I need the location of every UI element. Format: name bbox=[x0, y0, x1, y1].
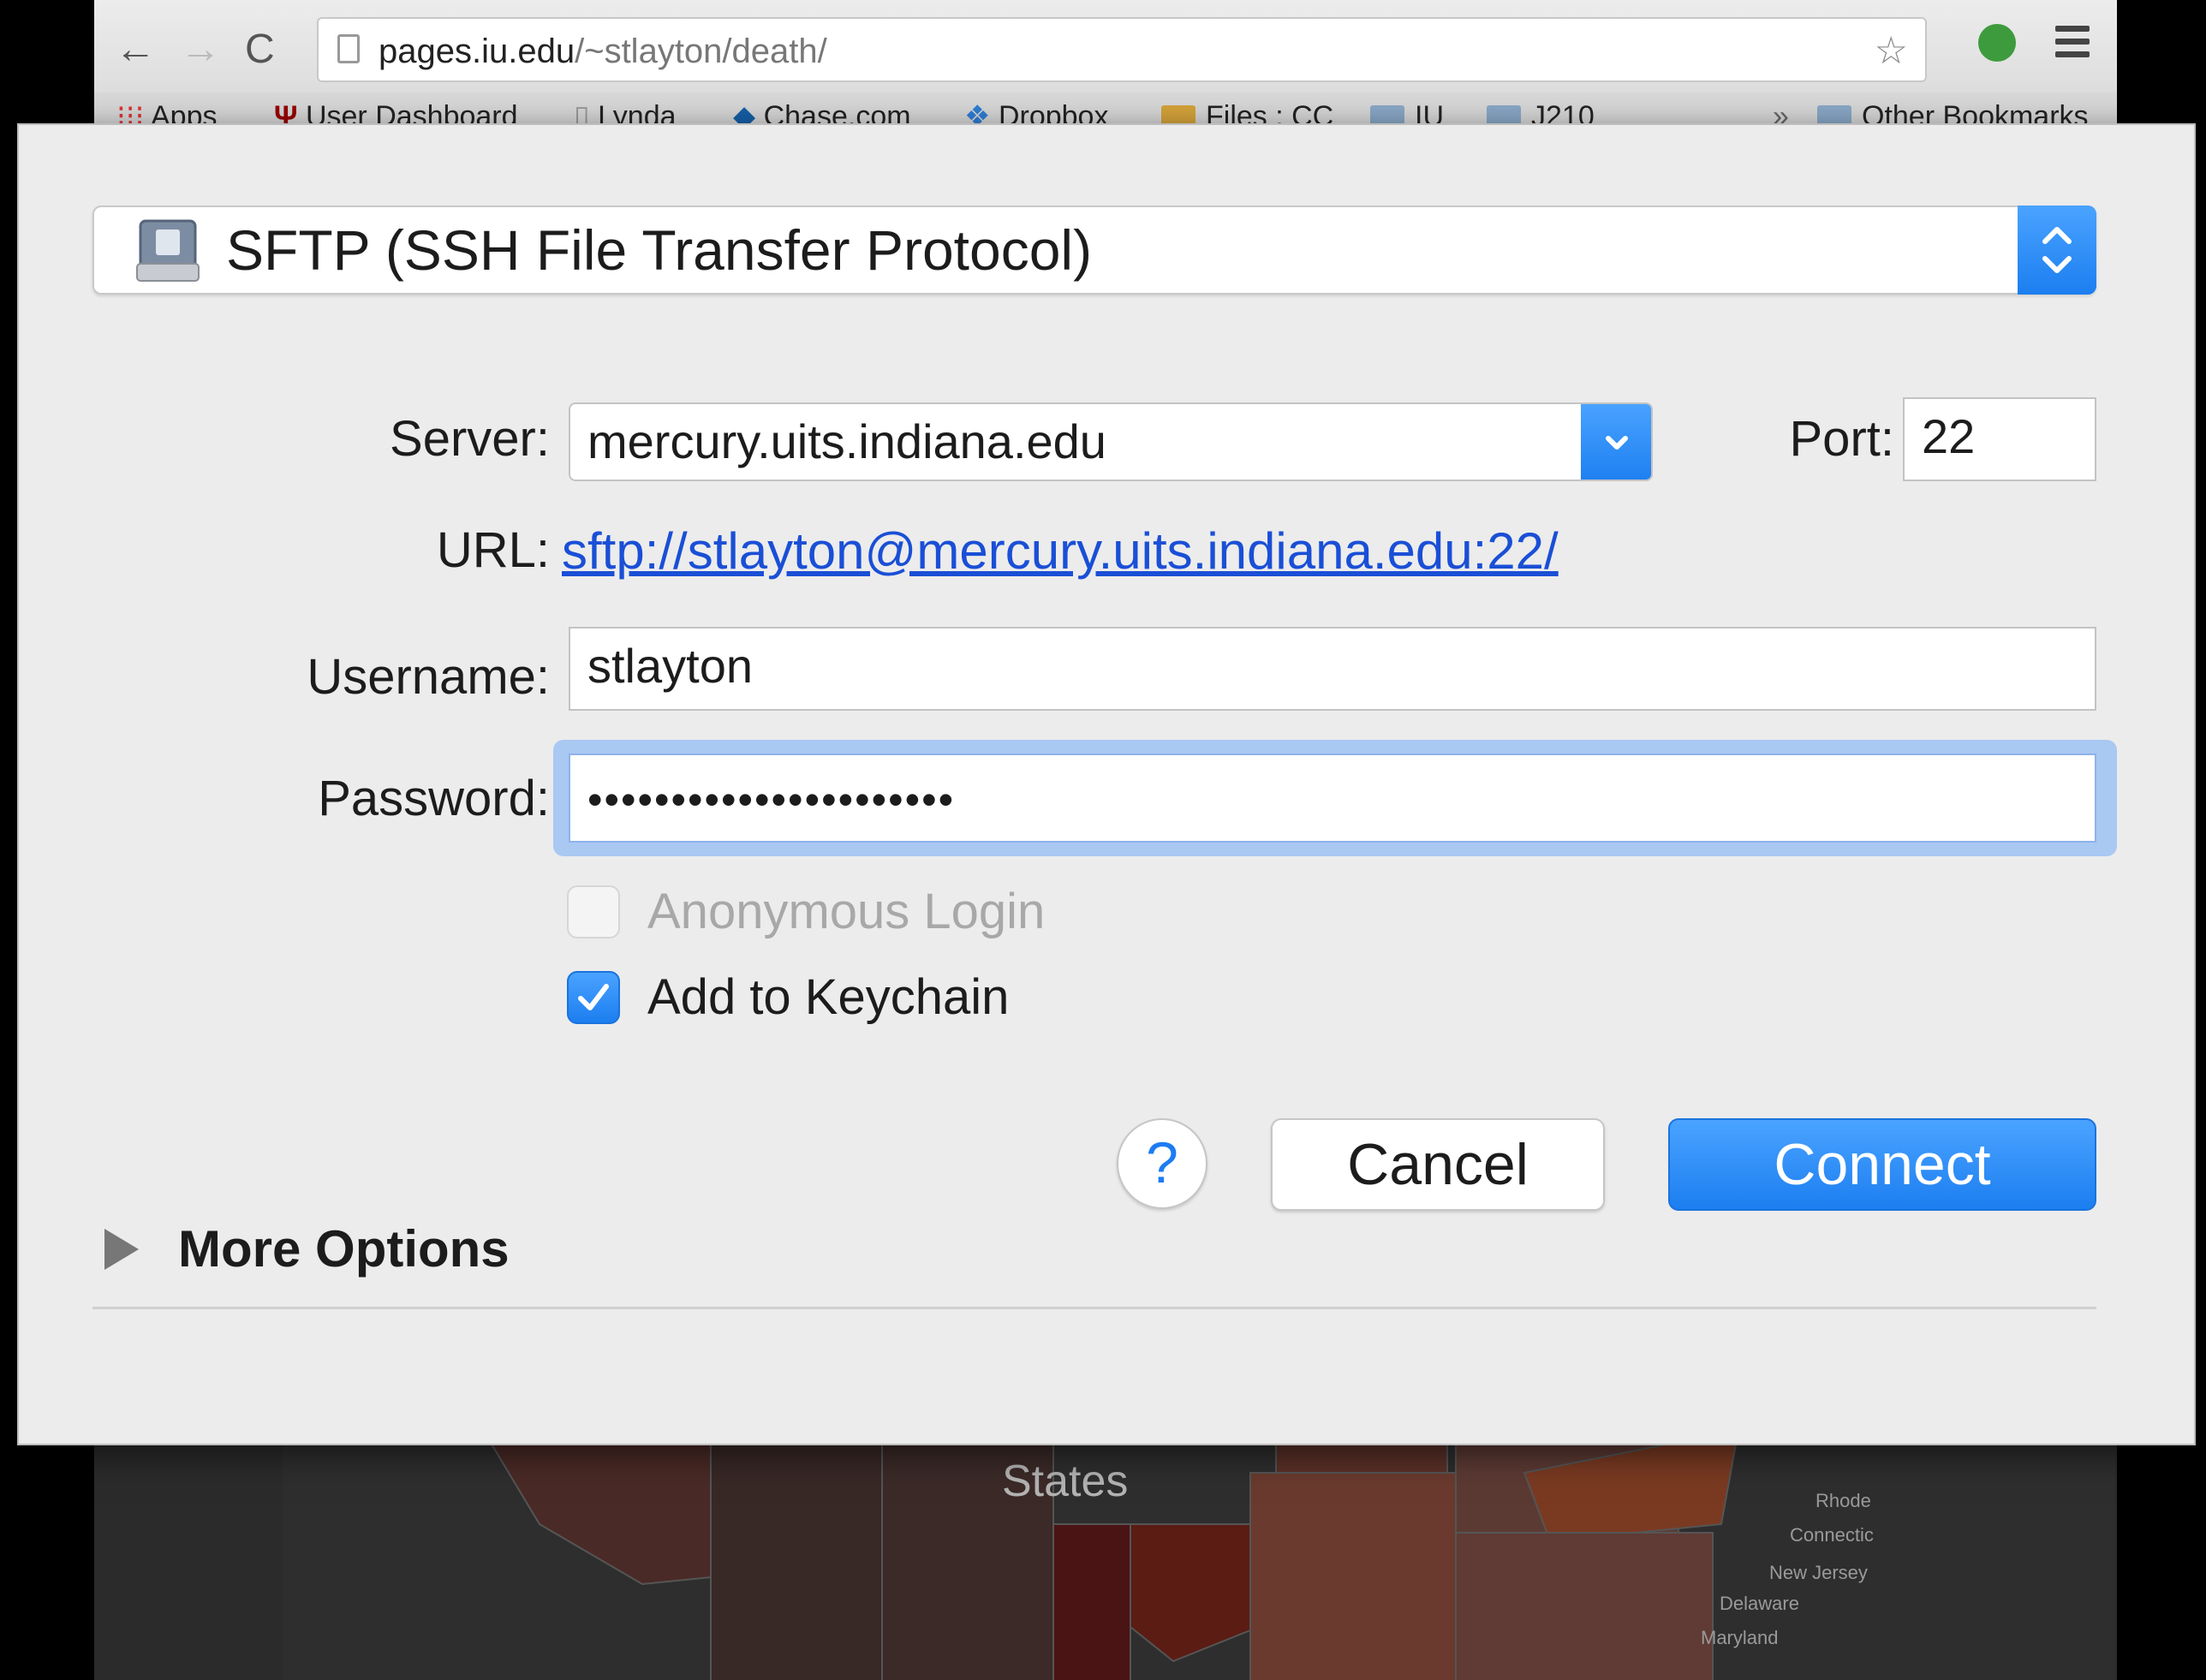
password-label: Password: bbox=[318, 771, 550, 826]
protocol-label: SFTP (SSH File Transfer Protocol) bbox=[226, 218, 1093, 282]
username-field[interactable]: stlayton bbox=[569, 627, 2096, 711]
extension-icon[interactable] bbox=[1978, 24, 2016, 62]
chevron-down-icon bbox=[1606, 436, 1628, 450]
port-field[interactable]: 22 bbox=[1903, 397, 2096, 481]
username-label: Username: bbox=[307, 649, 550, 705]
more-options-disclosure[interactable]: More Options bbox=[104, 1211, 510, 1288]
map-label-maryland: Maryland bbox=[1701, 1627, 1779, 1648]
protocol-select[interactable]: SFTP (SSH File Transfer Protocol) bbox=[92, 206, 2096, 295]
map-label-rhode-island: Rhode bbox=[1815, 1490, 1871, 1511]
bookmark-star-icon[interactable]: ☆ bbox=[1875, 19, 1908, 84]
connect-button[interactable]: Connect bbox=[1668, 1118, 2096, 1211]
anonymous-login-checkbox[interactable] bbox=[567, 885, 620, 938]
map-label-new-jersey: New Jersey bbox=[1769, 1562, 1868, 1583]
url-path: /~stlayton/death/ bbox=[575, 33, 827, 70]
browser-toolbar: ← → C pages.iu.edu/~stlayton/death/ ☆ bbox=[94, 0, 2117, 101]
checkmark-icon bbox=[578, 984, 609, 1010]
back-arrow-icon[interactable]: ← bbox=[115, 26, 156, 74]
connection-dialog: SFTP (SSH File Transfer Protocol) Server… bbox=[19, 125, 2194, 1444]
up-down-chevron-icon bbox=[2042, 227, 2072, 273]
help-button[interactable]: ? bbox=[1117, 1118, 1207, 1209]
port-label: Port: bbox=[1789, 411, 1895, 467]
url-label: URL: bbox=[436, 522, 550, 578]
url-host: pages.iu.edu bbox=[379, 33, 575, 70]
server-combobox[interactable]: mercury.uits.indiana.edu bbox=[569, 402, 1653, 481]
anonymous-login-label: Anonymous Login bbox=[647, 884, 1046, 939]
url-link[interactable]: sftp://stlayton@mercury.uits.indiana.edu… bbox=[562, 517, 1559, 586]
forward-arrow-icon[interactable]: → bbox=[180, 26, 221, 74]
password-field[interactable]: •••••••••••••••••••••• bbox=[569, 754, 2096, 843]
server-label: Server: bbox=[390, 411, 550, 467]
cancel-button[interactable]: Cancel bbox=[1271, 1118, 1605, 1211]
more-options-label: More Options bbox=[178, 1220, 510, 1278]
add-to-keychain-checkbox[interactable] bbox=[567, 971, 620, 1024]
page-icon bbox=[337, 34, 360, 63]
divider bbox=[92, 1307, 2096, 1309]
protocol-stepper[interactable] bbox=[2018, 206, 2096, 295]
disclosure-triangle-icon bbox=[104, 1229, 139, 1270]
server-value: mercury.uits.indiana.edu bbox=[587, 414, 1106, 468]
server-dropdown-button[interactable] bbox=[1581, 404, 1651, 480]
browser-menu-icon[interactable] bbox=[2055, 26, 2090, 60]
add-to-keychain-label: Add to Keychain bbox=[647, 969, 1010, 1025]
drive-icon bbox=[136, 219, 200, 282]
map-label-connecticut: Connectic bbox=[1790, 1524, 1874, 1546]
map-label-delaware: Delaware bbox=[1720, 1593, 1799, 1614]
map-heading: States bbox=[1002, 1457, 1129, 1506]
address-bar[interactable]: pages.iu.edu/~stlayton/death/ ☆ bbox=[317, 17, 1927, 82]
reload-icon[interactable]: C bbox=[245, 26, 275, 74]
